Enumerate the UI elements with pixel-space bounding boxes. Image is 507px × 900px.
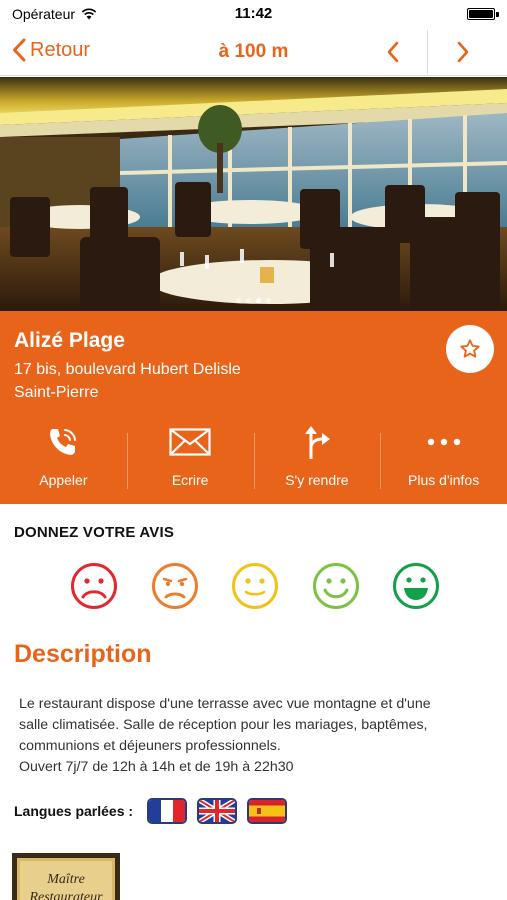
chevron-left-icon: [387, 41, 399, 63]
neutral-smiley-icon[interactable]: [231, 562, 279, 610]
chevron-left-icon: [13, 38, 26, 62]
languages-label: Langues parlées :: [14, 803, 134, 819]
back-button[interactable]: Retour: [12, 38, 90, 62]
status-bar: Opérateur 11:42: [0, 0, 507, 28]
email-label: Ecrire: [171, 472, 209, 488]
good-smiley-icon[interactable]: [312, 562, 360, 610]
place-name: Alizé Plage: [14, 329, 125, 352]
rating-section-title: DONNEZ VOTRE AVIS: [14, 524, 175, 541]
favorite-button[interactable]: [446, 325, 494, 373]
more-dots-icon: [427, 438, 460, 446]
badge-line2: Restaurateur: [28, 890, 103, 900]
next-button[interactable]: [448, 36, 478, 68]
maitre-restaurateur-badge: Maître Restaurateur: [12, 853, 120, 900]
very-good-smiley-icon[interactable]: [392, 562, 440, 610]
carousel-dot: [266, 298, 271, 303]
back-label: Retour: [30, 38, 91, 61]
directions-label: S'y rendre: [285, 472, 349, 488]
languages-row: Langues parlées :: [14, 798, 288, 824]
chevron-right-icon: [457, 41, 469, 63]
status-time: 11:42: [234, 5, 273, 22]
more-info-button[interactable]: Plus d'infos: [380, 423, 507, 493]
place-info-panel: Alizé Plage 17 bis, boulevard Hubert Del…: [0, 311, 507, 504]
description-text: Le restaurant dispose d'une terrasse ave…: [19, 694, 491, 778]
very-bad-smiley-icon[interactable]: [70, 562, 118, 610]
description-line: Ouvert 7j/7 de 12h à 14h et de 19h à 22h…: [19, 759, 294, 775]
call-label: Appeler: [39, 472, 88, 488]
email-button[interactable]: Ecrire: [126, 423, 254, 493]
directions-icon: [304, 426, 330, 459]
carousel-dot: [236, 298, 241, 303]
more-info-label: Plus d'infos: [408, 472, 480, 488]
france-flag-icon: [147, 798, 188, 824]
spain-flag-icon: [247, 798, 288, 824]
envelope-icon: [169, 428, 211, 456]
description-title: Description: [14, 640, 152, 668]
place-city: Saint-Pierre: [14, 384, 99, 401]
carousel-indicator: [0, 298, 507, 303]
restaurant-photo-carousel[interactable]: [0, 77, 507, 311]
restaurant-photo: [0, 77, 507, 311]
uk-flag-icon: [197, 798, 238, 824]
action-bar: Appeler Ecrire S'y rendre Plus d'infos: [0, 423, 507, 493]
previous-button[interactable]: [378, 36, 408, 68]
phone-icon: [50, 429, 77, 455]
description-line: salle climatisée. Salle de réception pou…: [19, 717, 428, 733]
battery-cap: [496, 12, 499, 17]
description-line: Le restaurant dispose d'une terrasse ave…: [19, 696, 431, 712]
battery-icon: [467, 8, 495, 20]
description-line: communions et déjeuners professionnels.: [19, 738, 281, 754]
nav-separator: [427, 30, 428, 74]
rating-smileys: [70, 562, 440, 610]
star-icon: [460, 339, 480, 358]
carousel-dot: [246, 298, 251, 303]
directions-button[interactable]: S'y rendre: [253, 423, 381, 493]
call-button[interactable]: Appeler: [0, 423, 127, 493]
nav-bar: Retour à 100 m: [0, 28, 507, 76]
badge-line1: Maître: [46, 872, 85, 887]
place-address: 17 bis, boulevard Hubert Delisle: [14, 361, 241, 378]
carousel-dot: [256, 298, 261, 303]
bad-smiley-icon[interactable]: [151, 562, 199, 610]
